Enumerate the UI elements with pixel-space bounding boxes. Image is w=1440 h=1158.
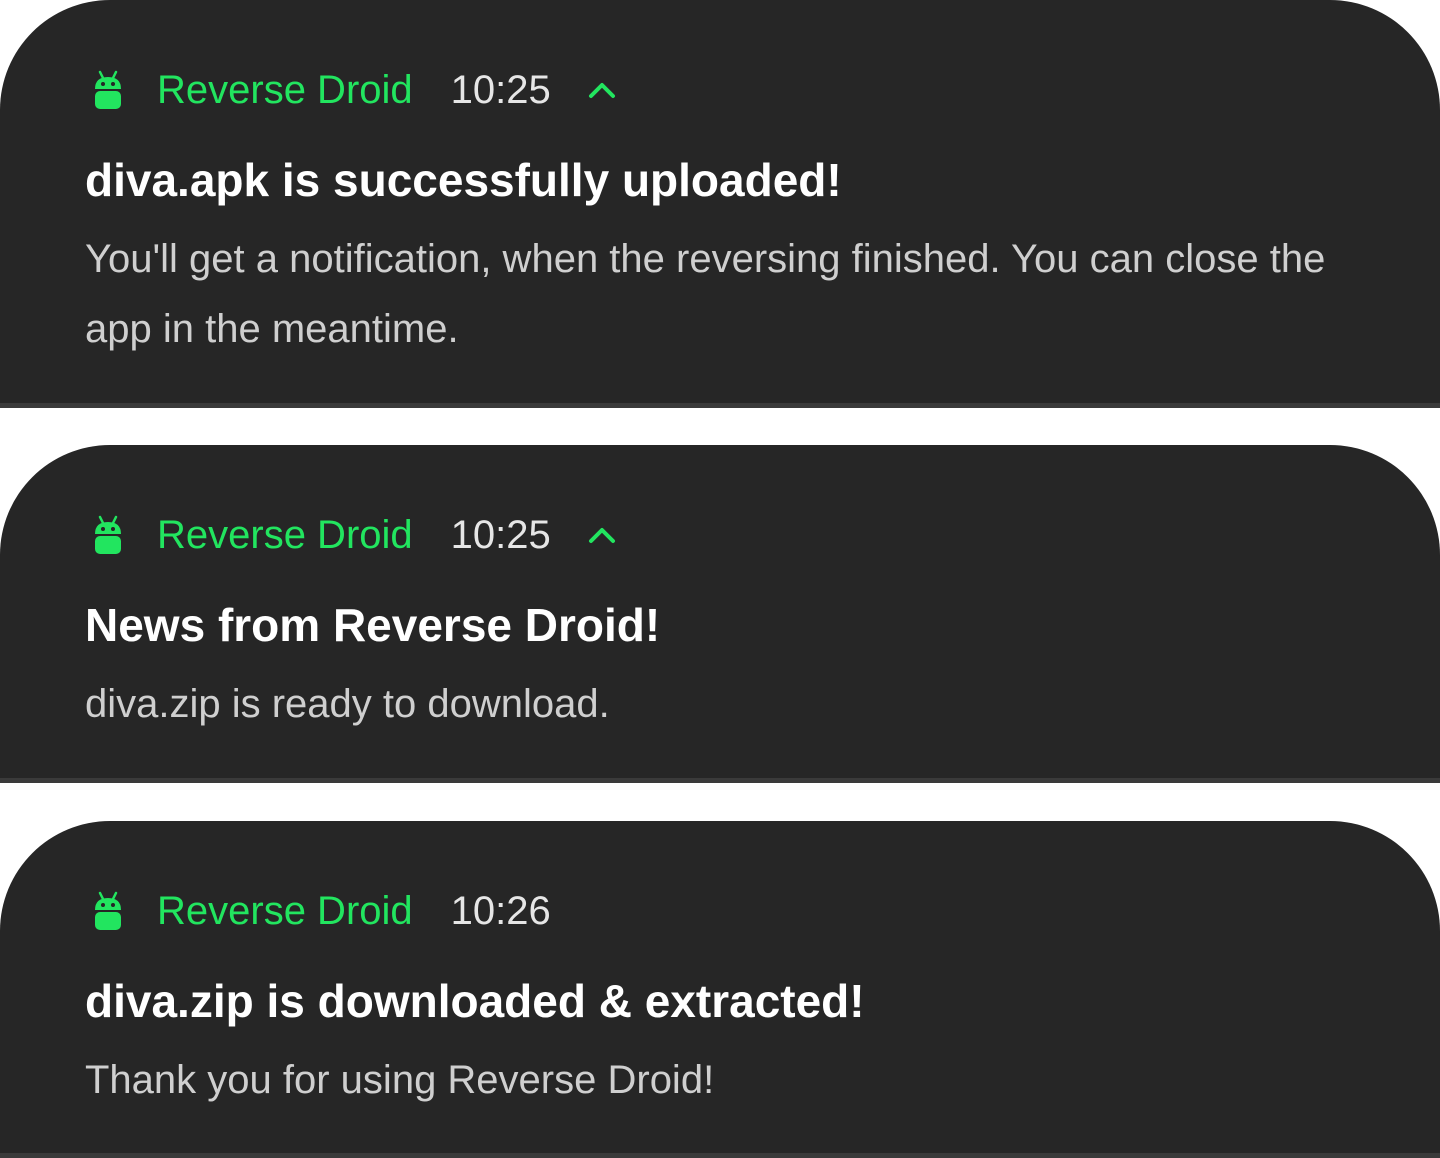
notification-time: 10:25 — [450, 68, 551, 112]
app-name: Reverse Droid — [157, 68, 413, 112]
notification-card[interactable]: Reverse Droid 10:26 diva.zip is download… — [0, 821, 1440, 1158]
notification-stack: Reverse Droid 10:25 diva.apk is successf… — [0, 0, 1440, 1158]
android-icon — [95, 70, 121, 109]
notification-card[interactable]: Reverse Droid 10:25 diva.apk is successf… — [0, 0, 1440, 408]
android-icon — [95, 515, 121, 554]
notification-title: News from Reverse Droid! — [85, 599, 661, 651]
app-name: Reverse Droid — [157, 889, 413, 933]
app-name: Reverse Droid — [157, 513, 413, 557]
notification-time: 10:25 — [450, 513, 551, 557]
notification-body: Thank you for using Reverse Droid! — [85, 1058, 715, 1102]
notification-header: Reverse Droid 10:25 — [85, 505, 1330, 565]
notification-header: Reverse Droid 10:26 — [85, 881, 1330, 941]
notification-body: diva.zip is ready to download. — [85, 682, 610, 726]
chevron-up-icon[interactable] — [587, 79, 617, 101]
notification-time: 10:26 — [450, 889, 551, 933]
chevron-up-icon[interactable] — [587, 524, 617, 546]
notification-body: You'll get a notification, when the reve… — [85, 237, 1326, 351]
android-icon — [95, 891, 121, 930]
notification-card[interactable]: Reverse Droid 10:25 News from Reverse Dr… — [0, 445, 1440, 783]
notification-title: diva.apk is successfully uploaded! — [85, 154, 842, 206]
notification-header: Reverse Droid 10:25 — [85, 60, 1330, 120]
notification-title: diva.zip is downloaded & extracted! — [85, 975, 865, 1027]
